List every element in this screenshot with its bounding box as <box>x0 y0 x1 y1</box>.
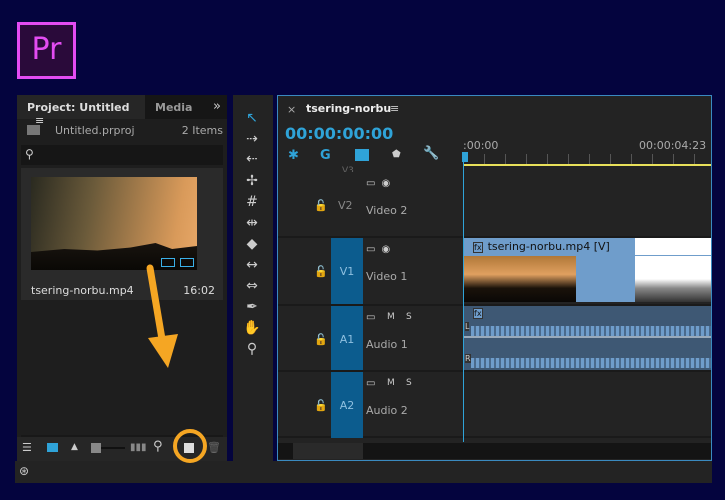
annotation-overlay <box>146 264 207 463</box>
annotation-arrow-head <box>148 334 178 368</box>
annotation-arrow-shaft <box>146 264 167 349</box>
annotation-circle <box>173 429 207 463</box>
playhead-line[interactable] <box>463 162 464 442</box>
